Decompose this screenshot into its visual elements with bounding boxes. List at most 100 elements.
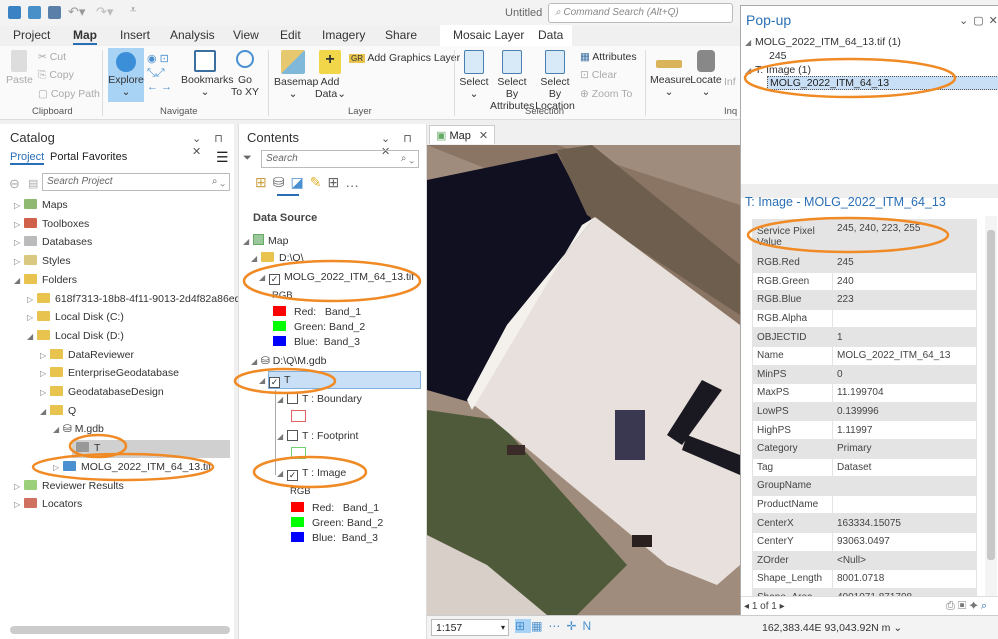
expand-icon[interactable]: ▷ bbox=[14, 201, 24, 210]
popup-tools[interactable]: ⎙▣✦⌕ bbox=[946, 600, 990, 613]
add-data-button[interactable]: + Add Data⌄ bbox=[315, 50, 346, 100]
collapse-icon[interactable]: ◢ bbox=[27, 332, 37, 341]
catalog-item[interactable]: ▷ 618f7313-18b8-4f11-9013-2d4f82a86ed0 bbox=[27, 292, 246, 305]
bookmarks-button[interactable]: Bookmarks ⌄ bbox=[181, 50, 234, 98]
basemap-button[interactable]: Basemap ⌄ bbox=[274, 50, 318, 100]
popup-layer-value[interactable]: 245 bbox=[769, 50, 787, 62]
layer-checkbox[interactable] bbox=[287, 393, 298, 404]
map-node[interactable]: ◢ Map bbox=[243, 234, 288, 247]
catalog-item[interactable]: ▷ Styles bbox=[14, 255, 71, 267]
new-project-icon[interactable] bbox=[8, 6, 21, 19]
expand-icon[interactable]: ▷ bbox=[27, 295, 37, 304]
tab-insert[interactable]: Insert bbox=[120, 28, 150, 42]
expand-icon[interactable]: ▷ bbox=[40, 388, 50, 397]
close-icon[interactable]: ✕ bbox=[479, 130, 488, 142]
mosaic-layer[interactable]: ◢ ✓ T bbox=[259, 374, 290, 388]
go-to-xy-button[interactable]: Go To XY bbox=[231, 50, 259, 98]
tab-project[interactable]: Project bbox=[13, 28, 50, 42]
expand-icon[interactable]: ▷ bbox=[27, 313, 37, 322]
catalog-tab-portal[interactable]: Portal bbox=[50, 151, 79, 163]
cut-button[interactable]: ✂ Cut bbox=[38, 51, 66, 63]
boundary-layer[interactable]: ◢ T : Boundary bbox=[277, 393, 362, 405]
select-by-location-button[interactable]: Select By Location bbox=[535, 50, 575, 112]
tab-data[interactable]: Data bbox=[538, 28, 563, 42]
undo-icon[interactable]: ↶▾ bbox=[68, 4, 85, 20]
copy-button[interactable]: ⎘ Copy bbox=[38, 69, 74, 81]
locate-button[interactable]: Locate ⌄ bbox=[690, 50, 722, 98]
home-icon[interactable]: ▤ bbox=[28, 177, 38, 190]
horizontal-scrollbar[interactable] bbox=[10, 626, 230, 634]
contents-view-toolbar[interactable]: ⊞⛁◪✎⊞… bbox=[255, 174, 365, 191]
catalog-item[interactable]: ▷ Toolboxes bbox=[14, 217, 89, 230]
expand-icon[interactable]: ▷ bbox=[14, 482, 24, 491]
save-icon[interactable] bbox=[48, 6, 61, 19]
layer-checkbox[interactable]: ✓ bbox=[269, 274, 280, 285]
pager[interactable]: ◂ 1 of 1 ▸ bbox=[744, 601, 785, 612]
popup-layer-node[interactable]: ◢ MOLG_2022_ITM_64_13.tif (1) bbox=[745, 36, 901, 48]
tab-analysis[interactable]: Analysis bbox=[170, 28, 215, 42]
clear-button[interactable]: ⊡ Clear bbox=[580, 69, 617, 81]
tab-edit[interactable]: Edit bbox=[280, 28, 301, 42]
image-layer[interactable]: ◢ ✓ T : Image bbox=[277, 467, 346, 481]
expand-icon[interactable]: ▷ bbox=[14, 257, 24, 266]
attributes-button[interactable]: ▦ Attributes bbox=[580, 51, 637, 63]
layer-checkbox[interactable] bbox=[287, 430, 298, 441]
catalog-item[interactable]: ▷ GeodatabaseDesign bbox=[40, 386, 164, 398]
catalog-tab-favorites[interactable]: Favorites bbox=[82, 151, 127, 163]
back-icon[interactable]: ⊖ bbox=[9, 176, 20, 192]
zoom-to-button[interactable]: ⊕ Zoom To bbox=[580, 88, 632, 100]
footprint-layer[interactable]: ◢ T : Footprint bbox=[277, 430, 358, 442]
mosaic-layer-row[interactable] bbox=[268, 371, 421, 389]
open-project-icon[interactable] bbox=[28, 6, 41, 19]
popup-layer-node[interactable]: ◢ T: Image (1) bbox=[745, 64, 811, 76]
popup-feature-item[interactable]: MOLG_2022_ITM_64_13 bbox=[767, 76, 998, 90]
catalog-item[interactable]: ▷ EnterpriseGeodatabase bbox=[40, 367, 179, 379]
layer-checkbox[interactable]: ✓ bbox=[269, 377, 280, 388]
catalog-item[interactable]: ◢ Local Disk (D:) bbox=[27, 329, 124, 342]
menu-icon[interactable]: ☰ bbox=[216, 149, 229, 166]
pane-controls[interactable]: ⌄▢✕ bbox=[959, 14, 998, 27]
filter-icon[interactable]: ⏷ bbox=[243, 152, 252, 165]
layer-checkbox[interactable]: ✓ bbox=[287, 470, 298, 481]
catalog-tab-project[interactable]: Project bbox=[10, 151, 45, 165]
catalog-item[interactable]: ▷ Reviewer Results bbox=[14, 479, 124, 492]
expand-icon[interactable]: ▷ bbox=[40, 369, 50, 378]
catalog-item[interactable]: ▷ Locators bbox=[14, 498, 82, 510]
select-by-attributes-button[interactable]: Select By Attributes bbox=[490, 50, 534, 112]
map-status-tools[interactable]: ⊞▦⋯✛N bbox=[515, 619, 597, 633]
gdb-node[interactable]: ◢ ⛁ D:\Q\M.gdb bbox=[251, 355, 326, 367]
catalog-item[interactable]: ▷ Databases bbox=[14, 236, 92, 248]
tab-imagery[interactable]: Imagery bbox=[322, 28, 365, 42]
catalog-item[interactable]: ▷ MOLG_2022_ITM_64_13.tif bbox=[53, 460, 211, 473]
scale-selector[interactable]: 1:157 ▾ bbox=[431, 619, 509, 636]
expand-icon[interactable]: ▷ bbox=[40, 351, 50, 360]
paste-button[interactable]: Paste bbox=[6, 50, 33, 86]
expand-icon[interactable]: ▷ bbox=[53, 463, 63, 472]
expand-icon[interactable]: ▷ bbox=[14, 500, 24, 509]
nav-tools[interactable]: ◉ ⊡ ⤡⤢ ← → bbox=[147, 52, 183, 96]
catalog-item[interactable]: ▷ Maps bbox=[14, 199, 68, 211]
collapse-icon[interactable]: ◢ bbox=[40, 407, 50, 416]
select-button[interactable]: Select ⌄ bbox=[459, 50, 489, 100]
map-view[interactable] bbox=[427, 145, 740, 615]
info-button[interactable]: Inf bbox=[724, 76, 736, 88]
expand-icon[interactable]: ▷ bbox=[14, 238, 24, 247]
coordinate-readout[interactable]: 162,383.44E 93,043.92N m ⌄ bbox=[762, 622, 902, 634]
collapse-icon[interactable]: ◢ bbox=[53, 425, 63, 434]
tif-layer[interactable]: ◢ ✓ MOLG_2022_ITM_64_13.tif bbox=[259, 271, 414, 285]
catalog-item[interactable]: T bbox=[66, 442, 100, 454]
customize-qat-icon[interactable]: ⩡ bbox=[130, 4, 136, 17]
command-search-input[interactable]: ⌕ Command Search (Alt+Q) bbox=[548, 3, 733, 23]
tab-map[interactable]: Map bbox=[73, 28, 97, 45]
add-graphics-layer-button[interactable]: GR Add Graphics Layer bbox=[349, 52, 460, 65]
catalog-item[interactable]: ◢ Folders bbox=[14, 273, 77, 286]
scrollbar[interactable] bbox=[985, 216, 997, 596]
tab-share[interactable]: Share bbox=[385, 28, 417, 42]
tab-mosaic-layer[interactable]: Mosaic Layer bbox=[453, 28, 524, 42]
folder-node[interactable]: ◢ D:\Q\ bbox=[251, 252, 304, 264]
explore-button[interactable]: Explore ⌄ bbox=[108, 48, 144, 102]
scrollbar-thumb[interactable] bbox=[987, 230, 995, 560]
catalog-search-input[interactable]: Search Project ⌕ ⌄ bbox=[42, 173, 230, 191]
collapse-icon[interactable]: ◢ bbox=[14, 276, 24, 285]
catalog-item[interactable]: ▷ DataReviewer bbox=[40, 348, 134, 361]
